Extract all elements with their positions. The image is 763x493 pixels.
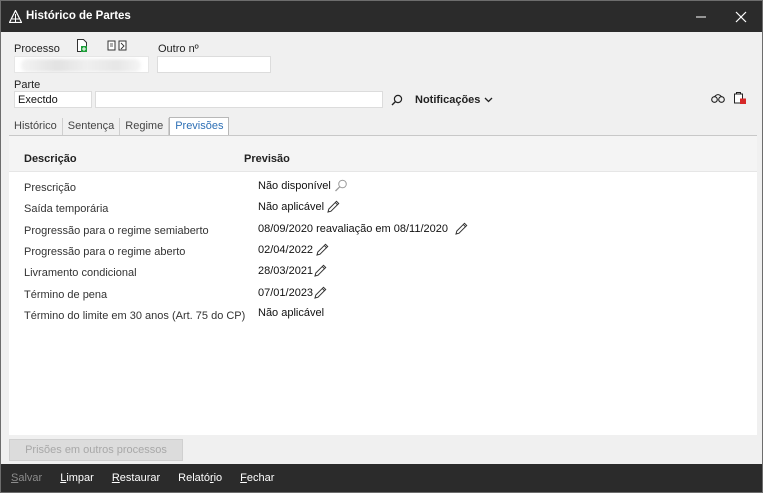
copy-documents-icon[interactable] (107, 40, 131, 52)
tab-historico[interactable]: Histórico (9, 118, 63, 135)
tab-previsoes[interactable]: Previsões (169, 117, 230, 136)
row-previsao: 08/09/2020 reavaliação em 08/11/2020 (258, 222, 469, 236)
title-bar: Histórico de Partes (1, 1, 762, 32)
row-descricao: Prescrição (24, 182, 76, 194)
pencil-icon[interactable] (313, 264, 328, 278)
pencil-icon[interactable] (313, 286, 328, 300)
fechar-button[interactable]: Fechar (240, 472, 274, 484)
row-descricao: Saída temporária (24, 203, 109, 215)
row-descricao: Término do limite em 30 anos (Art. 75 do… (24, 310, 246, 322)
outro-numero-label: Outro nº (158, 43, 199, 55)
row-previsao: 28/03/2021 (258, 264, 328, 278)
footer-bar: Salvar Limpar Restaurar Relatório Fechar (1, 464, 762, 492)
pencil-icon[interactable] (454, 222, 469, 236)
pencil-icon[interactable] (326, 200, 341, 214)
restaurar-mnemonic: R (111, 472, 120, 484)
prisoes-outros-processos-button[interactable]: Prisões em outros processos (9, 439, 183, 461)
tab-sentenca[interactable]: Sentença (63, 118, 121, 135)
chevron-down-icon (484, 97, 493, 103)
processo-label: Processo (14, 43, 60, 55)
table-row: Saída temporária Não aplicável (9, 198, 757, 219)
document-alert-icon[interactable] (733, 91, 747, 105)
search-icon[interactable] (391, 94, 403, 106)
minimize-button[interactable] (681, 1, 721, 32)
notificacoes-label: Notificações (415, 94, 481, 106)
col-descricao-header: Descrição (24, 153, 77, 165)
processo-input[interactable] (14, 56, 149, 73)
app-logo-icon (9, 10, 22, 23)
pencil-icon[interactable] (315, 243, 330, 257)
row-previsao-text: 07/01/2023 (258, 287, 314, 299)
table-row: Progressão para o regime semiaberto 08/0… (9, 220, 757, 241)
row-previsao-text: 28/03/2021 (258, 265, 314, 277)
previsoes-panel: Descrição Previsão Prescrição Não dispon… (9, 135, 757, 435)
relatorio-label-post: io (213, 472, 223, 484)
minimize-icon (696, 16, 706, 17)
table-row: Prescrição Não disponível (9, 177, 757, 198)
row-previsao-text: Não aplicável (258, 201, 325, 213)
fechar-label-rest: echar (246, 472, 275, 484)
row-descricao: Livramento condicional (24, 267, 137, 279)
limpar-button[interactable]: Limpar (60, 472, 94, 484)
tab-regime[interactable]: Regime (120, 118, 170, 135)
new-document-icon[interactable] (76, 39, 88, 52)
parte-name-input[interactable] (95, 91, 383, 108)
row-descricao: Progressão para o regime aberto (24, 246, 186, 258)
parte-type-input[interactable]: Exectdo (14, 91, 92, 108)
close-icon (735, 11, 747, 22)
salvar-label-rest: alvar (18, 472, 43, 484)
row-previsao-text: 08/09/2020 reavaliação em 08/11/2020 (258, 223, 448, 235)
parte-label: Parte (14, 79, 41, 91)
row-previsao: Não disponível (258, 179, 348, 192)
fechar-mnemonic: F (240, 472, 247, 484)
row-previsao: 02/04/2022 (258, 243, 330, 257)
window-title: Histórico de Partes (26, 10, 131, 22)
tab-bar: Histórico Sentença Regime Previsões (9, 116, 230, 136)
salvar-button[interactable]: Salvar (11, 472, 42, 484)
relatorio-label-pre: Relató (178, 472, 210, 484)
limpar-label-rest: impar (66, 472, 94, 484)
table-row: Término do limite em 30 anos (Art. 75 do… (9, 305, 757, 326)
restaurar-label-rest: estaurar (119, 472, 161, 484)
col-previsao-header: Previsão (244, 153, 290, 165)
restaurar-button[interactable]: Restaurar (112, 472, 160, 484)
row-previsao: Não aplicável (258, 307, 324, 319)
historico-partes-window: Histórico de Partes Processo Outro nº Pa… (0, 0, 763, 493)
row-descricao: Término de pena (24, 289, 108, 301)
row-previsao: 07/01/2023 (258, 286, 328, 300)
row-previsao: Não aplicável (258, 200, 341, 214)
table-row: Progressão para o regime aberto 02/04/20… (9, 241, 757, 262)
search-icon[interactable] (334, 179, 348, 192)
handcuffs-icon[interactable] (711, 92, 725, 104)
notificacoes-dropdown[interactable]: Notificações (415, 94, 493, 106)
processo-value-redacted (21, 59, 141, 72)
row-previsao-text: 02/04/2022 (258, 244, 314, 256)
close-button[interactable] (721, 1, 761, 32)
table-row: Término de pena 07/01/2023 (9, 284, 757, 305)
row-previsao-text: Não aplicável (258, 307, 325, 319)
table-row: Livramento condicional 28/03/2021 (9, 262, 757, 283)
table-header: Descrição Previsão (9, 136, 757, 172)
row-descricao: Progressão para o regime semiaberto (24, 225, 209, 237)
row-previsao-text: Não disponível (258, 179, 331, 192)
outro-numero-input[interactable] (157, 56, 271, 73)
relatorio-button[interactable]: Relatório (178, 472, 222, 484)
